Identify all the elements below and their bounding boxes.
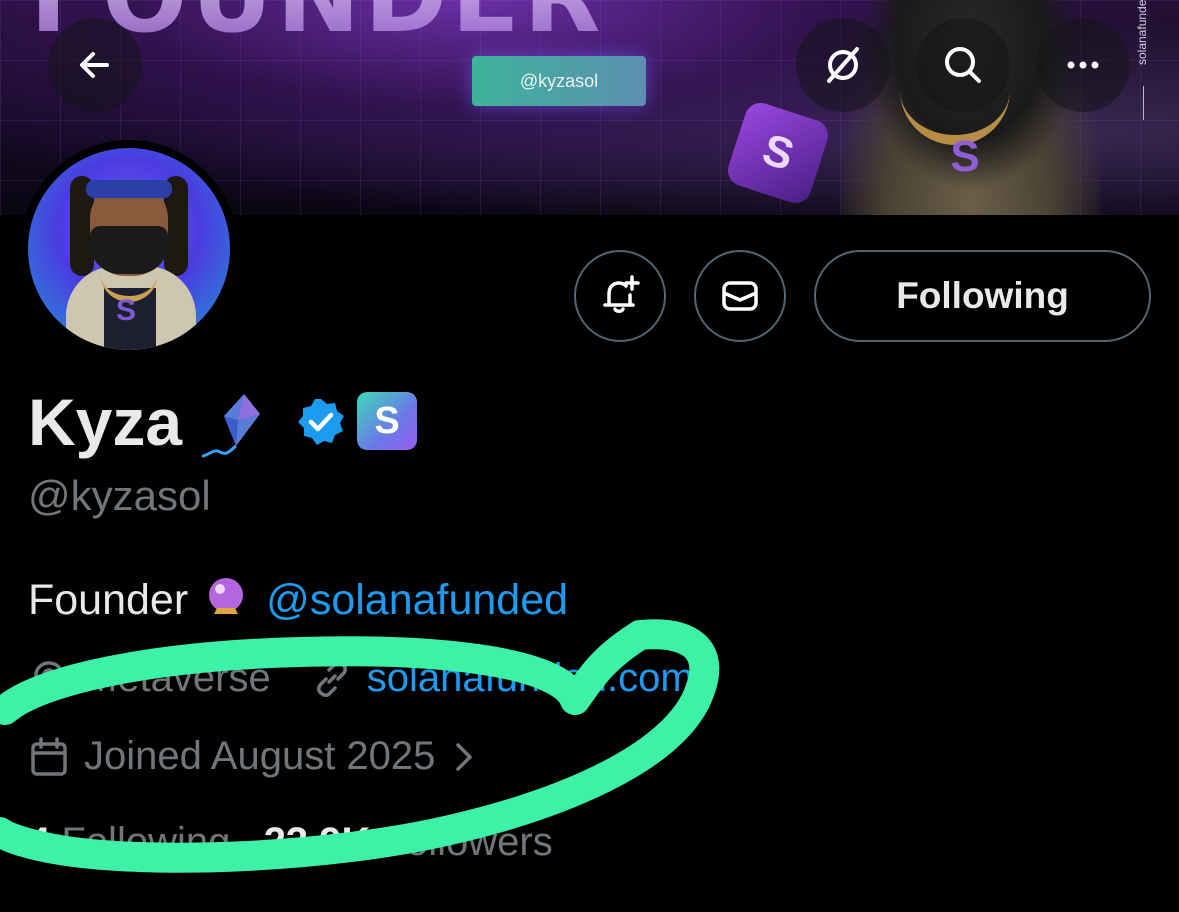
calendar-icon: [31, 736, 67, 776]
grok-button[interactable]: [796, 18, 890, 112]
search-icon: [945, 47, 981, 83]
follow-stats: 4 Following 23.9K Followers: [28, 820, 553, 865]
followers-count: 23.9K: [263, 820, 371, 864]
following-count: 4: [28, 820, 51, 864]
notifications-button[interactable]: [574, 250, 666, 342]
username: @kyzasol: [28, 472, 211, 519]
bell-plus-icon: [603, 275, 640, 313]
bio-text: Founder: [28, 576, 189, 624]
kite-emoji-icon: [201, 394, 260, 458]
followers-stat-label: Followers: [381, 820, 553, 864]
chevron-right-icon: [456, 742, 473, 771]
followers-stat[interactable]: 23.9K Followers: [264, 820, 553, 864]
following-stat[interactable]: 4 Following: [28, 820, 230, 864]
more-icon: [1067, 61, 1099, 69]
message-button[interactable]: [694, 250, 786, 342]
bio: Founder @solanafunded: [28, 574, 568, 625]
back-button[interactable]: [48, 18, 142, 112]
banner-side-text: solanafunde: [1135, 0, 1149, 66]
joined-row[interactable]: Joined August 2025: [28, 734, 493, 779]
website-link[interactable]: solanafunded.com: [367, 656, 694, 701]
affiliate-badge-icon[interactable]: S: [357, 392, 417, 450]
bio-mention-link[interactable]: @solanafunded: [266, 576, 568, 624]
avatar-image: S: [28, 148, 230, 350]
banner-pendant: S: [950, 132, 980, 181]
display-name: Kyza: [28, 385, 183, 459]
link-icon: [316, 660, 347, 697]
crystal-ball-emoji-icon: [209, 578, 244, 614]
grok-icon: [827, 47, 859, 83]
banner-side-line: [1143, 86, 1144, 120]
location-text: Metaverse: [84, 656, 271, 700]
location-pin-icon: [34, 660, 64, 698]
mail-icon: [722, 281, 758, 311]
following-button[interactable]: Following: [814, 250, 1151, 342]
following-stat-label: Following: [61, 820, 231, 864]
banner-handle-card: @kyzasol: [472, 56, 646, 106]
verified-badge-icon: [298, 399, 344, 445]
joined-date: Joined August 2025: [84, 734, 436, 778]
more-button[interactable]: [1036, 18, 1130, 112]
back-arrow-icon: [80, 52, 109, 78]
profile-meta-row: Metaverse solanafunded.com: [28, 656, 694, 701]
search-button[interactable]: [916, 18, 1010, 112]
avatar[interactable]: S: [20, 140, 238, 358]
